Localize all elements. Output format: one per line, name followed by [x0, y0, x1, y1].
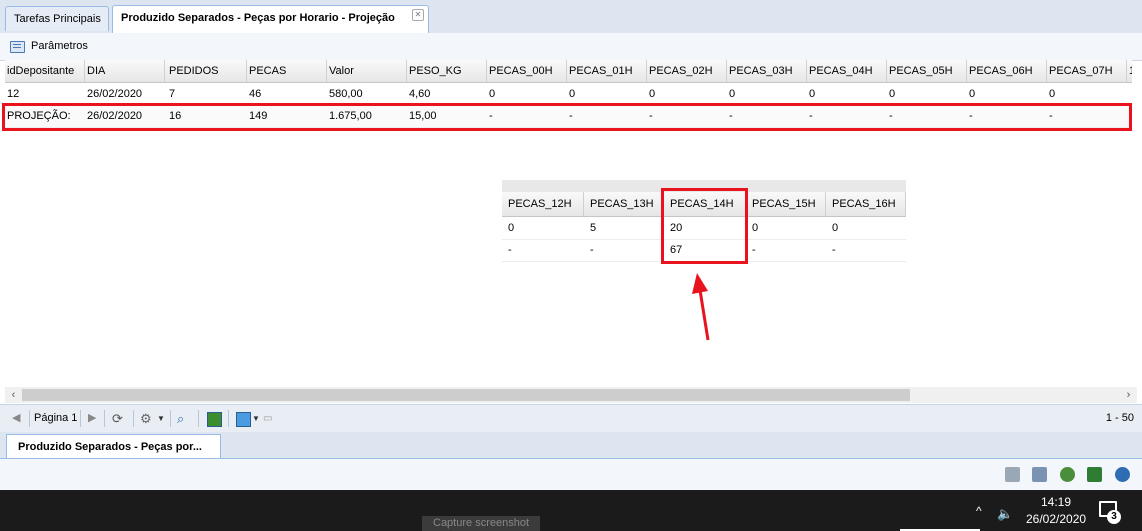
paging-toolbar: ◀ Página 1 ▶ ⟳ ⚙ ▼ ⌕ ▼ ▭ 1 - 50: [0, 404, 1142, 433]
page-count: 1 - 50: [1105, 412, 1134, 424]
speaker-icon[interactable]: 🔈: [997, 506, 1013, 522]
clock-time: 14:19: [1040, 495, 1072, 509]
page-label: Página 1: [34, 412, 78, 424]
notification-badge: 3: [1107, 510, 1121, 524]
globe-icon[interactable]: [1060, 467, 1075, 482]
next-page-icon[interactable]: ▶: [88, 411, 96, 426]
gear-icon[interactable]: ⚙: [140, 411, 152, 426]
scroll-right-icon[interactable]: ›: [1120, 387, 1137, 403]
capture-screenshot-button[interactable]: Capture screenshot: [422, 516, 540, 531]
separator: [198, 410, 199, 427]
arrow-up-annotation: [692, 273, 710, 341]
settings-icon[interactable]: [1005, 467, 1020, 482]
horizontal-scrollbar[interactable]: ‹ ›: [5, 387, 1137, 403]
export-icon[interactable]: [236, 412, 251, 427]
separator: [170, 410, 171, 427]
system-clock[interactable]: 14:19 26/02/2020: [1026, 494, 1086, 528]
refresh-icon[interactable]: ⟳: [112, 411, 123, 426]
separator: [29, 410, 30, 427]
info-icon[interactable]: [1115, 467, 1130, 482]
scroll-thumb[interactable]: [22, 389, 910, 401]
clock-date: 26/02/2020: [1026, 512, 1087, 526]
separator: [80, 410, 81, 427]
status-bar: [0, 459, 1142, 491]
search-icon[interactable]: ⌕: [177, 411, 184, 426]
separator: [104, 410, 105, 427]
chart-icon[interactable]: [207, 412, 222, 427]
chevron-up-icon[interactable]: ^: [976, 504, 982, 518]
excel-icon[interactable]: [1087, 467, 1102, 482]
window-tabs: Produzido Separados - Peças por...: [0, 432, 1142, 459]
windows-icon[interactable]: [1032, 467, 1047, 482]
os-taskbar: Capture screenshot ^ 🔈 14:19 26/02/2020 …: [0, 490, 1142, 531]
minimize-icon[interactable]: ▭: [263, 411, 272, 426]
chevron-down-icon[interactable]: ▼: [157, 411, 165, 426]
prev-page-icon[interactable]: ◀: [12, 411, 20, 426]
chevron-down-icon[interactable]: ▼: [252, 411, 260, 426]
separator: [228, 410, 229, 427]
scroll-left-icon[interactable]: ‹: [5, 387, 22, 403]
separator: [133, 410, 134, 427]
window-tab-report[interactable]: Produzido Separados - Peças por...: [6, 434, 221, 458]
